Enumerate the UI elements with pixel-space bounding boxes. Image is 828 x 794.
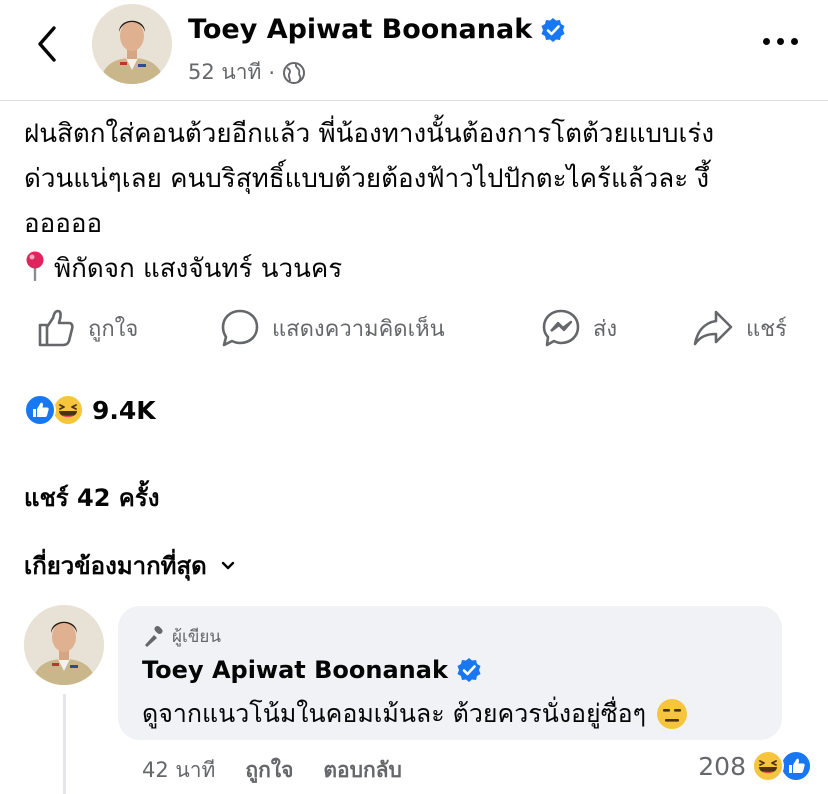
post-action-bar: ถูกใจ แสดงความคิดเห็น ส่ง แชร์ <box>0 308 828 358</box>
like-button[interactable]: ถูกใจ <box>36 308 138 348</box>
back-button[interactable] <box>30 22 64 66</box>
comment-body: ดูจากแนวโน้มในคอมเม้นละ ต้วยควรนั่งอยู่ซ… <box>142 699 647 728</box>
globe-icon <box>283 61 306 84</box>
reply-thread-line <box>63 694 66 794</box>
verified-badge-icon <box>541 17 565 42</box>
post-body: ฝนสิตกใส่คอนต้วยอีกแล้ว พี่น้องทางนั้นต้… <box>24 112 804 292</box>
share-label: แชร์ <box>746 316 787 342</box>
post-timestamp[interactable]: 52 นาที <box>188 56 261 89</box>
dot-icon <box>763 38 770 45</box>
author-avatar[interactable] <box>92 4 172 84</box>
send-button[interactable]: ส่ง <box>541 308 617 348</box>
chevron-left-icon <box>38 26 56 62</box>
author-tag-label: ผู้เขียน <box>172 627 221 647</box>
reaction-summary[interactable]: 9.4K <box>24 394 156 426</box>
share-count[interactable]: แชร์ 42 ครั้ง <box>24 478 159 517</box>
author-tag: ผู้เขียน <box>142 623 221 650</box>
thumbs-up-icon <box>38 309 74 347</box>
comment-label: แสดงความคิดเห็น <box>272 316 445 342</box>
post-meta: 52 นาที · <box>188 56 306 89</box>
header-divider <box>0 100 828 101</box>
comment-sort-selector[interactable]: เกี่ยวข้องมากที่สุด <box>24 546 235 585</box>
comment-reactions[interactable]: 208 <box>698 750 812 782</box>
post-location-text: พิกัดจก แสงจันทร์ นวนคร <box>54 254 343 284</box>
comment-like-button[interactable]: ถูกใจ <box>245 754 293 787</box>
comment-author-name[interactable]: Toey Apiwat Boonanak <box>142 656 448 684</box>
comment-bubble-icon <box>221 309 259 347</box>
haha-reaction-icon <box>752 750 784 782</box>
expressionless-emoji-icon <box>657 699 688 729</box>
commenter-avatar[interactable] <box>24 605 104 685</box>
haha-reaction-icon <box>52 394 84 426</box>
comment-sort-label: เกี่ยวข้องมากที่สุด <box>24 552 207 580</box>
verified-badge-icon <box>457 658 481 682</box>
like-reaction-icon <box>24 394 56 426</box>
dot-icon <box>777 38 784 45</box>
post-author[interactable]: Toey Apiwat Boonanak <box>188 14 566 45</box>
avatar-portrait <box>24 605 104 685</box>
reaction-count: 9.4K <box>92 395 156 425</box>
chevron-down-icon <box>221 561 234 569</box>
comment-reply-button[interactable]: ตอบกลับ <box>323 754 402 787</box>
post-location: พิกัดจก แสงจันทร์ นวนคร <box>24 247 804 292</box>
comment-text: ดูจากแนวโน้มในคอมเม้นละ ต้วยควรนั่งอยู่ซ… <box>142 694 688 734</box>
more-options-button[interactable] <box>763 38 798 45</box>
post-text-line: ด่วนแน่ๆเลย คนบริสุทธิ์แบบต้วยต้องฟ้าวไป… <box>24 164 710 194</box>
post-text-line: อออออ <box>24 209 103 239</box>
dot-icon <box>791 38 798 45</box>
comment-reaction-count: 208 <box>698 751 746 781</box>
comment-footer: 42 นาที ถูกใจ ตอบกลับ <box>142 754 402 787</box>
meta-separator: · <box>268 60 276 85</box>
share-button[interactable]: แชร์ <box>692 308 787 348</box>
like-reaction-icon <box>780 750 812 782</box>
send-label: ส่ง <box>593 316 618 342</box>
post-text-line: ฝนสิตกใส่คอนต้วยอีกแล้ว พี่น้องทางนั้นต้… <box>24 119 715 149</box>
avatar-portrait <box>92 4 172 84</box>
comment-author[interactable]: Toey Apiwat Boonanak <box>142 656 482 684</box>
microphone-icon <box>145 625 163 647</box>
comment-button[interactable]: แสดงความคิดเห็น <box>220 308 445 348</box>
comment-time[interactable]: 42 นาที <box>142 754 215 787</box>
location-pin-icon <box>26 251 44 281</box>
post-author-name[interactable]: Toey Apiwat Boonanak <box>188 14 532 45</box>
like-label: ถูกใจ <box>88 316 139 342</box>
messenger-icon <box>542 309 580 347</box>
share-arrow-icon <box>693 310 733 346</box>
